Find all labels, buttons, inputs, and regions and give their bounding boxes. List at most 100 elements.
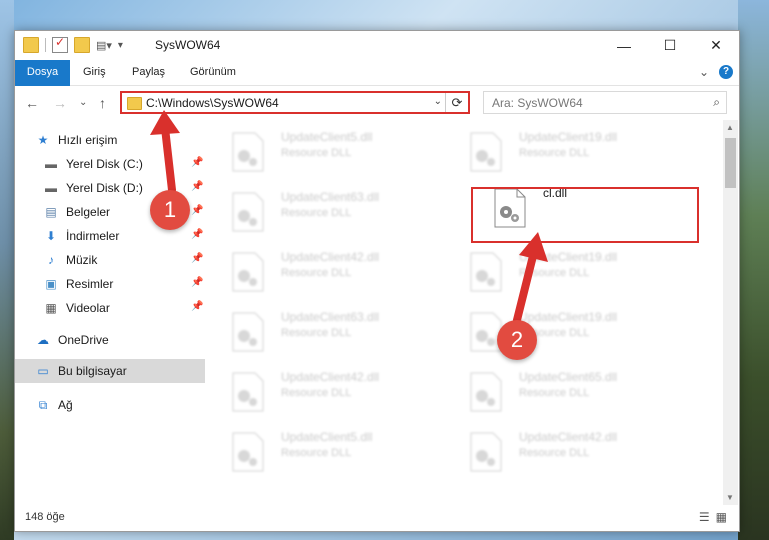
sidebar-item-music[interactable]: ♪ Müzik 📌 [43,248,233,272]
pin-icon: 📌 [191,157,204,168]
drive-icon: ▬ [45,181,57,195]
help-icon[interactable]: ? [719,65,733,79]
refresh-button[interactable]: ⟳ [445,93,468,112]
file-item[interactable]: UpdateClient19.dll Resource DLL [457,306,657,356]
dll-file-icon [470,372,502,412]
file-name: UpdateClient42.dll [281,370,380,384]
sidebar-item-this-pc[interactable]: ▭ Bu bilgisayar [15,359,205,383]
large-icons-view-icon[interactable]: ▦ [716,510,727,524]
selection-highlight-box [471,187,699,243]
file-item[interactable]: UpdateClient5.dll Resource DLL [219,426,419,476]
forward-button[interactable]: → [53,95,67,111]
sidebar-item-downloads[interactable]: ⬇ İndirmeler 📌 [43,224,233,248]
file-item[interactable]: UpdateClient63.dll Resource DLL [219,306,419,356]
sidebar-item-documents[interactable]: ▤ Belgeler 📌 [43,200,233,224]
sidebar-item-label: OneDrive [58,333,109,347]
dll-file-icon [232,372,264,412]
sidebar-item-label: Belgeler [66,205,111,219]
title-bar: ▤▾ ▾ SysWOW64 — ☐ ✕ [15,31,739,60]
tab-share[interactable]: Paylaş [132,60,165,85]
step-2-badge: 2 [497,320,537,360]
scroll-up-icon[interactable]: ▲ [726,123,734,132]
dll-file-icon [232,192,264,232]
file-type: Resource DLL [281,147,352,159]
address-bar[interactable]: C:\Windows\SysWOW64 ⌄ ⟳ [120,91,470,114]
file-item[interactable]: UpdateClient19.dll Resource DLL [457,126,657,176]
quick-access-toolbar: ▤▾ ▾ [23,35,123,53]
file-item[interactable]: UpdateClient63.dll Resource DLL [219,186,419,236]
file-item[interactable]: UpdateClient42.dll Resource DLL [219,246,419,296]
sidebar-item-videos[interactable]: ▦ Videolar 📌 [43,296,233,320]
expand-ribbon-icon[interactable]: ⌄ [699,65,709,79]
vertical-scrollbar[interactable]: ▲ ▼ [723,120,738,505]
music-icon: ♪ [48,253,54,267]
sidebar-item-label: Videolar [66,301,110,315]
file-type: Resource DLL [519,387,590,399]
sidebar-item-label: Ağ [58,398,73,412]
dll-file-icon [470,432,502,472]
window-title: SysWOW64 [155,38,221,52]
file-item[interactable]: UpdateClient5.dll Resource DLL [219,126,419,176]
file-type: Resource DLL [519,147,590,159]
scroll-down-icon[interactable]: ▼ [726,493,734,502]
search-icon[interactable]: ⌕ [713,95,720,110]
pictures-icon: ▣ [45,277,57,291]
new-folder-icon[interactable] [74,37,90,53]
file-type: Resource DLL [281,207,352,219]
pin-icon: 📌 [191,253,204,264]
minimize-button[interactable]: — [601,31,647,60]
sidebar-item-label: Resimler [66,277,114,291]
up-button[interactable]: ↑ [99,95,106,111]
file-type: Resource DLL [281,387,352,399]
file-item[interactable]: UpdateClient42.dll Resource DLL [219,366,419,416]
file-name: UpdateClient19.dll [519,130,618,144]
search-placeholder: Ara: SysWOW64 [492,96,583,110]
file-type: Resource DLL [281,327,352,339]
sidebar-item-network[interactable]: ⧉ Ağ [35,393,225,417]
tab-view[interactable]: Görünüm [190,60,236,85]
file-name: UpdateClient42.dll [281,250,380,264]
sidebar-item-onedrive[interactable]: ☁ OneDrive [35,328,225,352]
dll-file-icon [232,312,264,352]
sidebar-item-pictures[interactable]: ▣ Resimler 📌 [43,272,233,296]
file-name: UpdateClient42.dll [519,430,618,444]
sidebar-item-local-disk-d[interactable]: ▬ Yerel Disk (D:) 📌 [43,176,233,200]
pin-icon: 📌 [191,301,204,312]
drive-icon: ▬ [45,157,57,171]
close-button[interactable]: ✕ [693,31,739,60]
customize-toolbar-icon[interactable]: ▤▾ [96,39,112,52]
tab-home[interactable]: Giriş [83,60,106,85]
recent-locations-button[interactable]: ⌄ [79,97,87,108]
properties-icon[interactable] [52,35,68,53]
address-path[interactable]: C:\Windows\SysWOW64 [146,96,279,110]
sidebar-item-local-disk-c[interactable]: ▬ Yerel Disk (C:) 📌 [43,152,233,176]
file-item[interactable]: UpdateClient42.dll Resource DLL [457,426,657,476]
toolbar-dropdown-icon[interactable]: ▾ [118,40,123,51]
back-button[interactable]: ← [25,95,39,111]
file-name: UpdateClient63.dll [281,310,380,324]
file-name: UpdateClient63.dll [281,190,380,204]
status-bar: 148 öğe ☰ ▦ [15,505,739,530]
network-icon: ⧉ [38,397,48,412]
videos-icon: ▦ [45,301,57,315]
navigation-pane: ★ Hızlı erişim ▬ Yerel Disk (C:) 📌 ▬ Yer… [15,120,205,505]
sidebar-item-label: Müzik [66,253,98,267]
documents-icon: ▤ [45,205,57,219]
search-input[interactable]: Ara: SysWOW64 ⌕ [483,91,727,114]
file-item[interactable]: UpdateClient19.dll Resource DLL [457,246,657,296]
file-item[interactable]: UpdateClient65.dll Resource DLL [457,366,657,416]
details-view-icon[interactable]: ☰ [699,510,710,524]
star-icon: ★ [37,133,49,147]
sidebar-item-label: İndirmeler [66,229,120,243]
sidebar-item-quick-access[interactable]: ★ Hızlı erişim [35,128,225,152]
file-type: Resource DLL [519,267,590,279]
maximize-button[interactable]: ☐ [647,31,693,60]
scrollbar-thumb[interactable] [725,138,736,188]
folder-icon [23,37,39,53]
file-name: UpdateClient19.dll [519,310,618,324]
step-1-badge: 1 [150,190,190,230]
navigation-bar: ← → ⌄ ↑ C:\Windows\SysWOW64 ⌄ ⟳ Ara: Sys… [15,86,739,120]
pin-icon: 📌 [191,277,204,288]
address-dropdown-icon[interactable]: ⌄ [434,96,442,107]
ribbon: Dosya Giriş Paylaş Görünüm ⌄ ? [15,60,739,110]
